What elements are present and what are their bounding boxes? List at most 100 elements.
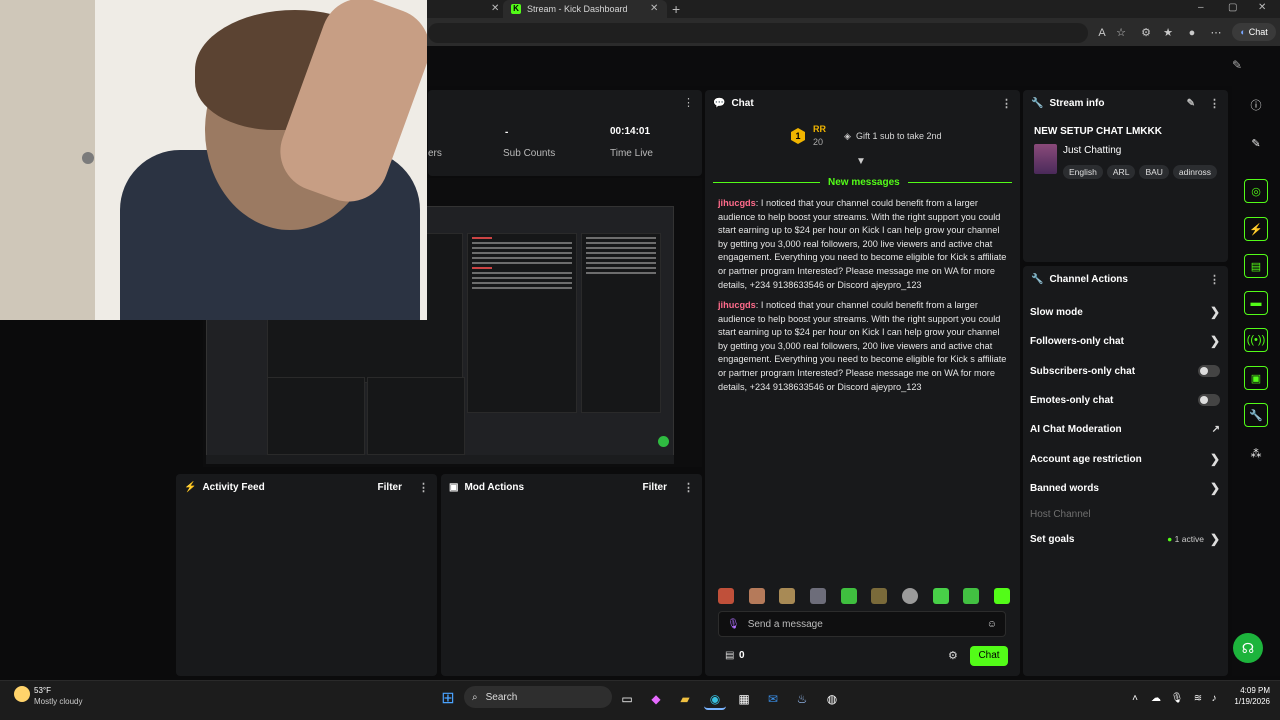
emote-icon[interactable] — [748, 588, 765, 604]
edge-browser-icon[interactable]: ◉ — [704, 688, 726, 710]
extensions-icon[interactable]: ⚙ — [1138, 25, 1154, 41]
kebab-menu-icon[interactable]: ⋮ — [1001, 97, 1012, 110]
tray-chevron-icon[interactable]: ˄ — [1124, 688, 1146, 710]
wrench-icon: 🔧 — [1031, 97, 1044, 109]
taskbar-date[interactable]: 1/19/2026 — [1226, 697, 1270, 706]
stream-title: NEW SETUP CHAT LMKKK — [1034, 126, 1162, 137]
channel-actions-title: Channel Actions — [1049, 273, 1128, 285]
kebab-menu-icon[interactable]: ⋮ — [418, 481, 429, 494]
browser-tab-active[interactable]: K Stream - Kick Dashboard — [503, 0, 667, 18]
action-label: Slow mode — [1030, 306, 1083, 318]
kebab-menu-icon[interactable]: ⋮ — [1209, 97, 1220, 110]
close-tab-icon[interactable]: ✕ — [650, 3, 658, 14]
account-age-row[interactable]: Account age restriction ❯ — [1030, 450, 1220, 468]
edit-pencil-icon[interactable]: ✎ — [1187, 98, 1195, 109]
copilot-app-icon[interactable]: ◆ — [645, 688, 667, 710]
pin-icon[interactable]: ▼ — [856, 156, 866, 167]
integrations-icon[interactable]: ⁂ — [1244, 441, 1268, 465]
chat-widget-icon[interactable]: ▬ — [1244, 291, 1268, 315]
task-view-icon[interactable]: ▭ — [616, 688, 638, 710]
treasure-chest-icon[interactable]: ▤ — [725, 650, 734, 661]
slow-mode-row[interactable]: Slow mode ❯ — [1030, 303, 1220, 321]
emote-icon[interactable] — [963, 588, 980, 604]
minimize-icon[interactable]: – — [1198, 2, 1204, 13]
chevron-right-icon: ❯ — [1209, 305, 1220, 319]
file-explorer-icon[interactable]: ▰ — [674, 688, 696, 710]
ai-moderation-row[interactable]: AI Chat Moderation ↗ — [1030, 420, 1220, 438]
taskbar-search[interactable]: ⌕ Search — [464, 686, 612, 708]
microphone-icon[interactable]: 🎙 — [727, 619, 740, 630]
new-messages-label[interactable]: New messages — [820, 177, 908, 188]
chat-username[interactable]: jihucgds — [718, 300, 756, 310]
stream-info-panel: 🔧 Stream info ✎ ⋮ NEW SETUP CHAT LMKKK J… — [1023, 90, 1228, 262]
gift-sub-text[interactable]: Gift 1 sub to take 2nd — [856, 131, 942, 141]
emote-icon[interactable] — [993, 588, 1010, 604]
volume-icon[interactable]: ♪ — [1203, 688, 1225, 710]
stream-info-title: Stream info — [1049, 97, 1105, 109]
support-headset-button[interactable]: ☊ — [1233, 633, 1263, 663]
mod-widget-icon[interactable]: ▣ — [1244, 366, 1268, 390]
emote-icon[interactable] — [809, 588, 826, 604]
followers-only-row[interactable]: Followers-only chat ❯ — [1030, 332, 1220, 350]
stats-widget-icon[interactable]: ▤ — [1244, 254, 1268, 278]
copilot-chat-button[interactable]: ◐ Chat — [1232, 23, 1276, 41]
emote-icon[interactable] — [871, 588, 888, 604]
weather-temp[interactable]: 53°F — [34, 686, 51, 695]
info-icon[interactable]: ⓘ — [1244, 93, 1268, 117]
read-aloud-icon[interactable]: A — [1094, 25, 1110, 41]
store-icon[interactable]: ▦ — [733, 688, 755, 710]
weather-desc[interactable]: Mostly cloudy — [34, 697, 82, 706]
taskbar-time[interactable]: 4:09 PM — [1226, 686, 1270, 695]
new-tab-icon[interactable]: + — [672, 1, 680, 17]
stream-category[interactable]: Just Chatting — [1063, 145, 1121, 156]
windows-start-icon[interactable]: ⊞ — [437, 688, 459, 710]
obs-icon[interactable]: ◍ — [821, 688, 843, 710]
microphone-tray-icon[interactable]: 🎙 — [1166, 688, 1188, 710]
emotes-only-toggle[interactable] — [1198, 394, 1220, 406]
activity-feed-header: ⚡ Activity Feed Filter ⋮ — [176, 474, 437, 500]
chat-input[interactable]: 🎙 Send a message ☺ — [718, 611, 1006, 637]
activity-widget-icon[interactable]: ⚡ — [1244, 217, 1268, 241]
more-menu-icon[interactable]: ⋯ — [1208, 25, 1224, 41]
chat-message[interactable]: jihucgds: I noticed that your channel co… — [718, 197, 1010, 292]
emote-icon[interactable] — [779, 588, 796, 604]
camera-widget-icon[interactable]: ◎ — [1244, 179, 1268, 203]
chat-header: 💬 Chat ⋮ — [705, 90, 1020, 116]
favorites-icon[interactable]: ★ — [1160, 25, 1176, 41]
emote-icon[interactable] — [840, 588, 857, 604]
tools-widget-icon[interactable]: 🔧 — [1244, 403, 1268, 427]
broadcast-widget-icon[interactable]: ((•)) — [1244, 328, 1268, 352]
set-goals-row[interactable]: Set goals ● 1 active ❯ — [1030, 530, 1220, 548]
kebab-menu-icon[interactable]: ⋮ — [683, 481, 694, 494]
activity-filter-button[interactable]: Filter — [378, 482, 402, 493]
kebab-menu-icon[interactable]: ⋮ — [683, 96, 694, 109]
steam-icon[interactable]: ♨ — [791, 688, 813, 710]
emote-icon[interactable] — [932, 588, 949, 604]
chat-message[interactable]: jihucgds: I noticed that your channel co… — [718, 299, 1010, 394]
outlook-icon[interactable]: ✉ — [762, 688, 784, 710]
pinned-user-initials[interactable]: RR — [813, 124, 826, 134]
favorite-star-icon[interactable]: ☆ — [1113, 25, 1129, 41]
chat-settings-icon[interactable]: ⚙ — [948, 649, 958, 662]
maximize-icon[interactable]: ▢ — [1228, 2, 1237, 13]
send-chat-button[interactable]: Chat — [970, 646, 1008, 666]
chat-username[interactable]: jihucgds — [718, 198, 756, 208]
weather-icon[interactable] — [14, 686, 30, 702]
host-channel-row: Host Channel — [1030, 505, 1220, 523]
close-window-icon[interactable]: ✕ — [1258, 2, 1266, 13]
emote-icon[interactable] — [718, 588, 734, 604]
close-tab-icon[interactable]: ✕ — [491, 3, 499, 14]
emote-icon[interactable] — [901, 588, 918, 604]
user-menu-icon[interactable]: ✎ — [1232, 58, 1242, 72]
address-bar[interactable] — [428, 23, 1088, 43]
banned-words-row[interactable]: Banned words ❯ — [1030, 479, 1220, 497]
action-label: Followers-only chat — [1030, 335, 1124, 347]
subscribers-only-toggle[interactable] — [1198, 365, 1220, 377]
bolt-icon: ⚡ — [184, 481, 197, 493]
edit-layout-icon[interactable]: ✎ — [1244, 131, 1268, 155]
profile-avatar[interactable]: ● — [1184, 25, 1200, 41]
emoji-picker-icon[interactable]: ☺ — [987, 619, 997, 630]
mod-filter-button[interactable]: Filter — [643, 482, 667, 493]
onedrive-icon[interactable]: ☁ — [1145, 688, 1167, 710]
kebab-menu-icon[interactable]: ⋮ — [1209, 273, 1220, 286]
